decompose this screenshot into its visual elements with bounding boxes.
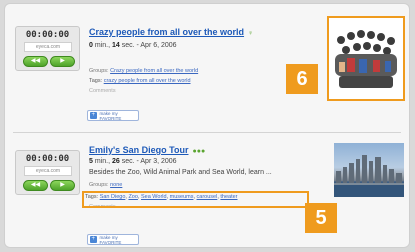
favorite-label: make my FAVORITE bbox=[99, 110, 122, 121]
play-icon: ▶ bbox=[60, 182, 65, 188]
group-link[interactable]: Crazy people from all over the world bbox=[110, 68, 198, 74]
video-meta: 0 min., 14 sec. - Apr 6, 2006 bbox=[89, 42, 177, 49]
comments-link[interactable]: Comments bbox=[89, 88, 116, 94]
crowd-photo bbox=[329, 18, 403, 99]
tags-line: Tags: crazy people from all over the wor… bbox=[89, 78, 191, 84]
duration-min-unit: min., bbox=[92, 158, 112, 165]
groups-line: Groups: Crazy people from all over the w… bbox=[89, 68, 198, 74]
tags-highlight-box bbox=[82, 191, 309, 208]
play-button[interactable]: ▶ bbox=[50, 180, 75, 191]
groups-line: Groups: none bbox=[89, 182, 122, 188]
callout-number: 6 bbox=[286, 64, 318, 94]
duration-seconds: 26 bbox=[111, 158, 120, 165]
video-meta: 5 min., 26 sec. - Apr 3, 2006 bbox=[89, 158, 177, 165]
player-site-label: eyeca.com bbox=[24, 42, 72, 52]
duration-date: sec. - Apr 6, 2006 bbox=[119, 42, 177, 49]
callout-number: 5 bbox=[305, 203, 337, 233]
tags-label: Tags: bbox=[89, 78, 104, 84]
video-thumbnail[interactable] bbox=[327, 16, 405, 101]
player-time: 00:00:00 bbox=[25, 154, 70, 164]
video-title-link[interactable]: Emily's San Diego Tour ●●● bbox=[89, 145, 205, 155]
gender-icon: ♀ bbox=[248, 30, 254, 37]
tag-link[interactable]: crazy people from all over the world bbox=[104, 78, 191, 84]
duration-min-unit: min., bbox=[92, 42, 112, 49]
groups-label: Groups: bbox=[89, 68, 111, 74]
rewind-button[interactable]: ◀◀ bbox=[23, 56, 48, 67]
rewind-button[interactable]: ◀◀ bbox=[23, 180, 48, 191]
video-row: 00:00:00 eyeca.com ◀◀ ▶ Crazy people fro… bbox=[5, 4, 409, 132]
make-favorite-button[interactable]: + make my FAVORITE bbox=[87, 234, 139, 245]
favorite-icon: + bbox=[90, 236, 97, 243]
duration-date: sec. - Apr 3, 2006 bbox=[119, 158, 177, 165]
duration-seconds: 14 bbox=[111, 42, 120, 49]
mini-player: 00:00:00 eyeca.com ◀◀ ▶ bbox=[15, 26, 80, 71]
city-skyline-photo bbox=[334, 155, 404, 197]
rewind-icon: ◀◀ bbox=[30, 58, 41, 64]
mini-player: 00:00:00 eyeca.com ◀◀ ▶ bbox=[15, 150, 80, 195]
play-button[interactable]: ▶ bbox=[50, 56, 75, 67]
player-site-label: eyeca.com bbox=[24, 166, 72, 176]
favorite-label: make my FAVORITE bbox=[99, 234, 122, 245]
favorite-icon: + bbox=[90, 112, 97, 119]
play-icon: ▶ bbox=[60, 58, 65, 64]
make-favorite-button[interactable]: + make my FAVORITE bbox=[87, 110, 139, 121]
video-title-text: Emily's San Diego Tour bbox=[89, 145, 189, 155]
video-title-link[interactable]: Crazy people from all over the world ♀ bbox=[89, 27, 253, 37]
rating-dots-icon: ●●● bbox=[192, 148, 206, 155]
player-time: 00:00:00 bbox=[25, 30, 70, 40]
video-description: Besides the Zoo, Wild Animal Park and Se… bbox=[89, 169, 272, 176]
video-thumbnail[interactable] bbox=[334, 143, 404, 197]
video-list-panel: 00:00:00 eyeca.com ◀◀ ▶ Crazy people fro… bbox=[4, 3, 410, 248]
video-title-text: Crazy people from all over the world bbox=[89, 27, 245, 37]
rewind-icon: ◀◀ bbox=[30, 182, 41, 188]
groups-label: Groups: bbox=[89, 182, 111, 188]
group-link[interactable]: none bbox=[110, 182, 122, 188]
